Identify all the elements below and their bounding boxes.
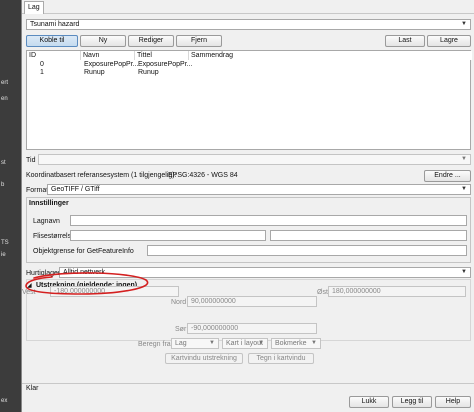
north-input[interactable]: 90,000000000 bbox=[187, 296, 317, 307]
remove-button[interactable]: Fjern bbox=[176, 35, 222, 47]
column-header-title[interactable]: Tittel bbox=[135, 51, 189, 60]
column-header-id[interactable]: ID bbox=[27, 51, 81, 60]
tile-width-input[interactable] bbox=[70, 230, 266, 241]
draw-on-canvas-button[interactable]: Tegn i kartvindu bbox=[248, 353, 314, 364]
strip-text: en bbox=[1, 96, 8, 102]
column-header-name[interactable]: Navn bbox=[81, 51, 135, 60]
layer-name-input[interactable] bbox=[70, 215, 467, 226]
chevron-down-icon: ▼ bbox=[258, 340, 264, 346]
tab-layers[interactable]: Lag bbox=[24, 1, 44, 14]
layer-name-label: Lagnavn bbox=[33, 218, 60, 225]
chevron-down-icon: ▼ bbox=[461, 21, 467, 27]
background-window-strip: ert en st b TS ie ex bbox=[0, 0, 21, 412]
object-limit-label: Objektgrense for GetFeatureInfo bbox=[33, 248, 134, 255]
add-button[interactable]: Legg til bbox=[392, 396, 432, 408]
column-header-summary[interactable]: Sammendrag bbox=[189, 51, 472, 60]
status-bar: Klar Lukk Legg til Help bbox=[22, 383, 474, 412]
time-label: Tid bbox=[26, 157, 36, 164]
object-limit-input[interactable] bbox=[147, 245, 467, 256]
format-label: Format bbox=[26, 187, 49, 194]
row-name: ExposurePopPr... bbox=[84, 61, 139, 68]
connection-select[interactable]: Tsunami hazard ▼ bbox=[26, 19, 471, 30]
change-crs-button[interactable]: Endre ... bbox=[424, 170, 471, 182]
save-button[interactable]: Lagre bbox=[427, 35, 471, 47]
tile-height-input[interactable] bbox=[270, 230, 467, 241]
row-title: Runup bbox=[138, 69, 159, 76]
strip-text: b bbox=[1, 182, 5, 188]
chevron-down-icon: ▼ bbox=[461, 156, 467, 162]
layer-combo-value: Lag bbox=[175, 340, 187, 347]
format-select-value: GeoTIFF / GTiff bbox=[51, 186, 100, 193]
connection-select-value: Tsunami hazard bbox=[30, 21, 80, 28]
strip-text: ert bbox=[1, 80, 9, 86]
strip-text: ie bbox=[1, 252, 6, 258]
row-title: ExposurePopPr... bbox=[138, 61, 193, 68]
compute-from-label: Beregn fra bbox=[138, 341, 171, 348]
compute-from-layer-select[interactable]: Lag ▼ bbox=[171, 338, 219, 349]
chevron-down-icon: ▼ bbox=[311, 340, 317, 346]
south-input[interactable]: -90,000000000 bbox=[187, 323, 317, 334]
south-label: Sør bbox=[175, 326, 187, 333]
load-button[interactable]: Last bbox=[385, 35, 425, 47]
annotation-circle bbox=[25, 272, 149, 295]
strip-text: TS bbox=[1, 240, 9, 246]
strip-text: ex bbox=[1, 398, 8, 404]
settings-title: Innstillinger bbox=[29, 200, 69, 207]
chevron-down-icon: ▼ bbox=[209, 340, 215, 346]
table-row[interactable]: 1 Runup Runup bbox=[27, 69, 470, 77]
east-input[interactable]: 180,000000000 bbox=[328, 286, 466, 297]
map-canvas-extent-button[interactable]: Kartvindu utstrekning bbox=[165, 353, 243, 364]
row-name: Runup bbox=[84, 69, 105, 76]
time-select[interactable]: ▼ bbox=[38, 154, 471, 165]
layers-table[interactable]: ID Navn Tittel Sammendrag 0 ExposurePopP… bbox=[26, 50, 472, 150]
connect-button[interactable]: Koble til bbox=[26, 35, 78, 47]
compute-from-layout-select[interactable]: Kart i layout ▼ bbox=[222, 338, 268, 349]
help-button[interactable]: Help bbox=[435, 396, 471, 408]
close-button[interactable]: Lukk bbox=[349, 396, 389, 408]
table-row[interactable]: 0 ExposurePopPr... ExposurePopPr... bbox=[27, 61, 470, 69]
tab-bar: Lag bbox=[22, 0, 474, 14]
row-id: 1 bbox=[40, 69, 44, 76]
north-label: Nord bbox=[171, 299, 187, 306]
chevron-down-icon: ▼ bbox=[461, 186, 467, 192]
chevron-down-icon: ▼ bbox=[461, 269, 467, 275]
crs-value: EPSG:4326 - WGS 84 bbox=[168, 172, 238, 179]
add-wms-dialog: Lag Tsunami hazard ▼ Koble til Ny Redige… bbox=[21, 0, 474, 412]
crs-label: Koordinatbasert referansesystem (1 tilgj… bbox=[26, 172, 177, 179]
row-id: 0 bbox=[40, 61, 44, 68]
east-label: Øst bbox=[317, 289, 328, 296]
strip-text: st bbox=[1, 160, 6, 166]
status-text: Klar bbox=[26, 385, 39, 392]
compute-from-bookmark-select[interactable]: Bokmerke ▼ bbox=[271, 338, 321, 349]
format-select[interactable]: GeoTIFF / GTiff ▼ bbox=[47, 184, 471, 195]
edit-button[interactable]: Rediger bbox=[128, 35, 174, 47]
new-button[interactable]: Ny bbox=[80, 35, 126, 47]
tile-size-label: Flisestørrelse bbox=[33, 233, 76, 240]
bookmark-combo-value: Bokmerke bbox=[275, 340, 307, 347]
